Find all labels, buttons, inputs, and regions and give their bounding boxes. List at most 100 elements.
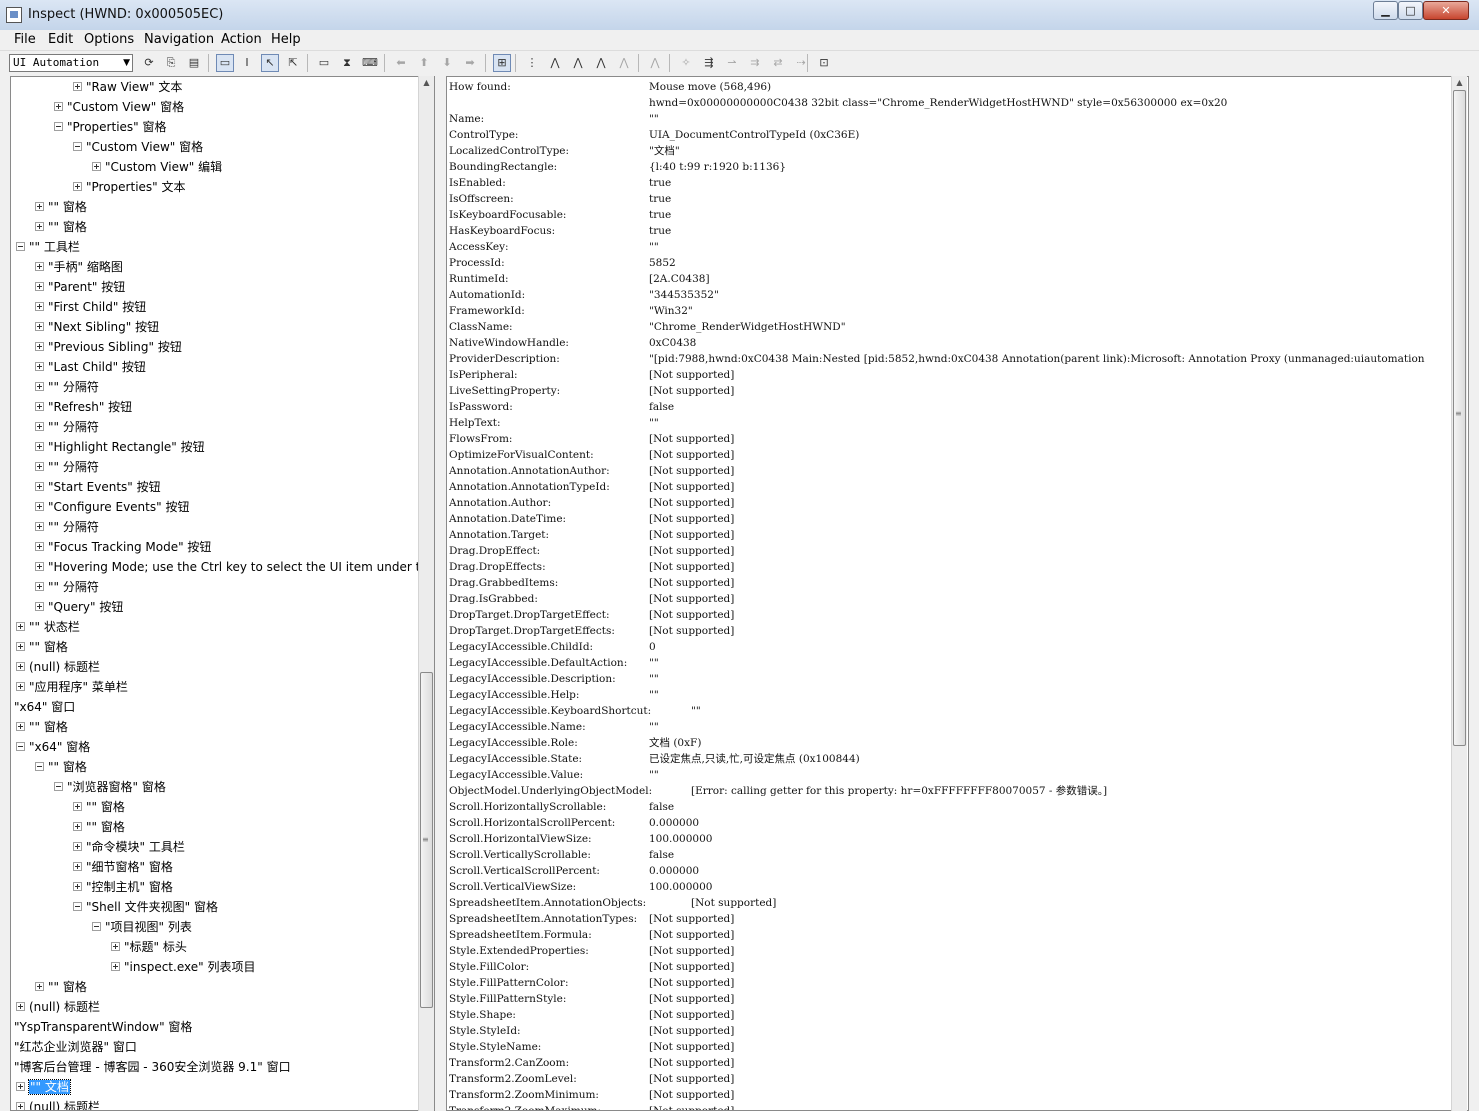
- expand-plus-icon[interactable]: [35, 222, 44, 231]
- expand-plus-icon[interactable]: [16, 722, 25, 731]
- tree-item[interactable]: "Shell 文件夹视图" 窗格: [73, 898, 218, 916]
- tree-item[interactable]: "" 分隔符: [35, 378, 99, 396]
- tree-item[interactable]: "Refresh" 按钮: [35, 398, 132, 416]
- tree-item[interactable]: "Custom View" 窗格: [73, 138, 203, 156]
- tree-item[interactable]: "Next Sibling" 按钮: [35, 318, 159, 336]
- expand-plus-icon[interactable]: [73, 802, 82, 811]
- tree-item[interactable]: "Properties" 文本: [73, 178, 186, 196]
- expand-plus-icon[interactable]: [35, 442, 44, 451]
- expand-plus-icon[interactable]: [73, 882, 82, 891]
- tree-item[interactable]: "" 窗格: [35, 218, 87, 236]
- collapse-minus-icon[interactable]: [73, 142, 82, 151]
- tree-item[interactable]: "" 窗格: [73, 818, 125, 836]
- tree-item[interactable]: "Previous Sibling" 按钮: [35, 338, 182, 356]
- hourglass-icon[interactable]: ⧗: [338, 54, 356, 72]
- tree-item[interactable]: "" 窗格: [35, 758, 87, 776]
- minimize-button[interactable]: ▁: [1373, 1, 1398, 20]
- tree-item[interactable]: "YspTransparentWindow" 窗格: [14, 1018, 192, 1036]
- tree-item[interactable]: "" 窗格: [73, 798, 125, 816]
- collapse-minus-icon[interactable]: [16, 742, 25, 751]
- tree-item[interactable]: "细节窗格" 窗格: [73, 858, 173, 876]
- expand-plus-icon[interactable]: [16, 662, 25, 671]
- arrow-left-icon[interactable]: ⬅: [392, 54, 410, 72]
- expand-plus-icon[interactable]: [73, 842, 82, 851]
- previous-sibling-icon[interactable]: ⋀: [592, 54, 610, 72]
- arrow-down-icon[interactable]: ⬇: [438, 54, 456, 72]
- tree-item[interactable]: "x64" 窗格: [16, 738, 90, 756]
- expand-plus-icon[interactable]: [35, 302, 44, 311]
- tree-item[interactable]: (null) 标题栏: [16, 1098, 100, 1110]
- tree-item[interactable]: "Hovering Mode; use the Ctrl key to sele…: [35, 558, 428, 576]
- expand-plus-icon[interactable]: [111, 962, 120, 971]
- expand-plus-icon[interactable]: [35, 602, 44, 611]
- event-c-icon[interactable]: ⇄: [769, 54, 787, 72]
- properties-scrollbar[interactable]: ▲ ≡: [1451, 76, 1467, 1111]
- tree-item[interactable]: "Parent" 按钮: [35, 278, 125, 296]
- tree-item[interactable]: "Custom View" 窗格: [54, 98, 184, 116]
- window-icon[interactable]: ▭: [315, 54, 333, 72]
- expand-plus-icon[interactable]: [35, 522, 44, 531]
- maximize-button[interactable]: □: [1398, 1, 1423, 20]
- refresh-icon[interactable]: ⟳: [140, 54, 158, 72]
- expand-plus-icon[interactable]: [35, 382, 44, 391]
- expand-plus-icon[interactable]: [35, 462, 44, 471]
- tree-item[interactable]: "博客后台管理 - 博客园 - 360安全浏览器 9.1" 窗口: [14, 1058, 291, 1076]
- expand-plus-icon[interactable]: [16, 1082, 25, 1091]
- menu-action[interactable]: Action: [221, 32, 262, 47]
- tree-item[interactable]: "" 窗格: [35, 978, 87, 996]
- expand-plus-icon[interactable]: [35, 342, 44, 351]
- tree-item[interactable]: "控制主机" 窗格: [73, 878, 173, 896]
- tree-item[interactable]: (null) 标题栏: [16, 658, 100, 676]
- expand-plus-icon[interactable]: [16, 642, 25, 651]
- tree-item[interactable]: "手柄" 缩略图: [35, 258, 123, 276]
- tree-item[interactable]: "" 窗格: [35, 198, 87, 216]
- tree-item[interactable]: "Focus Tracking Mode" 按钮: [35, 538, 211, 556]
- focus-tracking-icon[interactable]: ⇱: [284, 54, 302, 72]
- expand-plus-icon[interactable]: [73, 822, 82, 831]
- tree-item[interactable]: "Start Events" 按钮: [35, 478, 161, 496]
- expand-plus-icon[interactable]: [35, 562, 44, 571]
- hover-pointer-icon[interactable]: ↖: [261, 54, 279, 72]
- tree-item[interactable]: "浏览器窗格" 窗格: [54, 778, 166, 796]
- arrow-up-icon[interactable]: ⬆: [415, 54, 433, 72]
- configure-events-icon[interactable]: ⇶: [700, 54, 718, 72]
- expand-plus-icon[interactable]: [16, 1102, 25, 1110]
- collapse-minus-icon[interactable]: [35, 762, 44, 771]
- expand-plus-icon[interactable]: [35, 502, 44, 511]
- tree-item[interactable]: "Configure Events" 按钮: [35, 498, 189, 516]
- arrow-right-icon[interactable]: ➡: [461, 54, 479, 72]
- next-sibling-icon[interactable]: ⋀: [569, 54, 587, 72]
- caret-icon[interactable]: I: [238, 54, 256, 72]
- expand-plus-icon[interactable]: [35, 542, 44, 551]
- highlight-rectangle-icon[interactable]: ▭: [216, 54, 234, 72]
- tree-item[interactable]: (null) 标题栏: [16, 998, 100, 1016]
- expand-plus-icon[interactable]: [73, 182, 82, 191]
- expand-plus-icon[interactable]: [35, 322, 44, 331]
- menu-file[interactable]: File: [14, 32, 36, 47]
- copy-icon[interactable]: ⎘: [162, 54, 180, 72]
- tree-item[interactable]: "" 窗格: [16, 718, 68, 736]
- tree-item[interactable]: "Highlight Rectangle" 按钮: [35, 438, 205, 456]
- tree-item[interactable]: "Custom View" 编辑: [92, 158, 222, 176]
- tree-item[interactable]: "" 分隔符: [35, 578, 99, 596]
- tree-item[interactable]: "" 分隔符: [35, 458, 99, 476]
- tree-scrollbar[interactable]: ▲ ≡: [418, 76, 434, 1111]
- tree-item[interactable]: "First Child" 按钮: [35, 298, 146, 316]
- pane-splitter[interactable]: [435, 76, 446, 1111]
- menu-help[interactable]: Help: [271, 32, 301, 47]
- highlight-node-icon[interactable]: ⋀: [646, 54, 664, 72]
- expand-plus-icon[interactable]: [35, 482, 44, 491]
- expand-plus-icon[interactable]: [35, 362, 44, 371]
- expand-plus-icon[interactable]: [16, 1002, 25, 1011]
- start-events-icon[interactable]: ✧: [677, 54, 695, 72]
- menu-options[interactable]: Options: [84, 32, 134, 47]
- scroll-up-icon[interactable]: ▲: [419, 78, 434, 87]
- expand-plus-icon[interactable]: [73, 862, 82, 871]
- tree-item[interactable]: "Raw View" 文本: [73, 78, 182, 96]
- keyboard-icon[interactable]: ⌨: [361, 54, 379, 72]
- expand-plus-icon[interactable]: [35, 262, 44, 271]
- expand-plus-icon[interactable]: [35, 202, 44, 211]
- expand-plus-icon[interactable]: [54, 102, 63, 111]
- expand-plus-icon[interactable]: [35, 402, 44, 411]
- tree-item[interactable]: "项目视图" 列表: [92, 918, 192, 936]
